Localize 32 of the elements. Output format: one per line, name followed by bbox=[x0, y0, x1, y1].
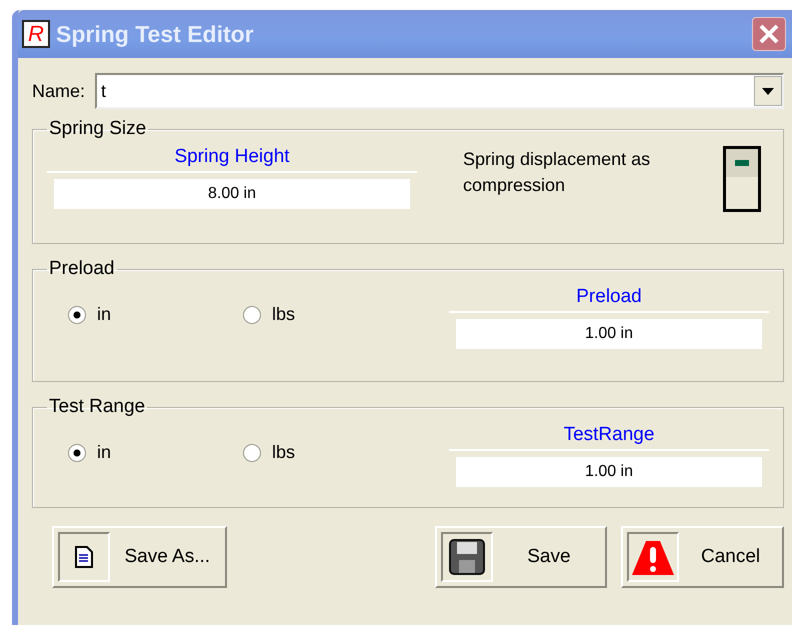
radio-button[interactable] bbox=[242, 304, 262, 324]
save-button[interactable]: Save bbox=[434, 526, 608, 588]
value-field[interactable]: 1.00 in bbox=[456, 319, 762, 349]
field-heading: TestRange bbox=[449, 424, 769, 451]
app-icon: R bbox=[22, 20, 50, 48]
group-title: Preload bbox=[48, 258, 116, 280]
radio-button[interactable] bbox=[67, 442, 87, 462]
radio-option[interactable]: in bbox=[67, 304, 242, 325]
name-label: Name: bbox=[32, 80, 86, 102]
warning-icon bbox=[632, 539, 674, 575]
field-heading: Spring Height bbox=[47, 146, 417, 173]
radio-option[interactable]: lbs bbox=[242, 442, 417, 463]
dropdown-button[interactable] bbox=[754, 76, 782, 106]
close-button[interactable] bbox=[752, 17, 786, 51]
document-icon bbox=[75, 546, 93, 568]
cancel-button[interactable]: Cancel bbox=[621, 526, 784, 588]
group-title: Spring Size bbox=[48, 118, 148, 140]
caret-icon bbox=[762, 88, 774, 94]
radio-option[interactable]: in bbox=[67, 442, 242, 463]
radio-option[interactable]: lbs bbox=[242, 304, 417, 325]
saveas-button[interactable]: Save As... bbox=[52, 526, 227, 588]
group-title: Test Range bbox=[48, 396, 146, 418]
radio-button[interactable] bbox=[242, 442, 262, 462]
name-combo-box[interactable]: t bbox=[95, 73, 784, 109]
window-title: Spring Test Editor bbox=[56, 20, 255, 48]
field-heading: Preload bbox=[449, 286, 769, 313]
close-icon bbox=[757, 22, 781, 46]
value-field[interactable]: 8.00 in bbox=[54, 179, 410, 209]
value-field[interactable]: 1.00 in bbox=[456, 457, 762, 487]
toggle-switch[interactable] bbox=[723, 146, 761, 212]
radio-button[interactable] bbox=[67, 304, 87, 324]
switch-label: Spring displacement as compression bbox=[463, 148, 652, 197]
